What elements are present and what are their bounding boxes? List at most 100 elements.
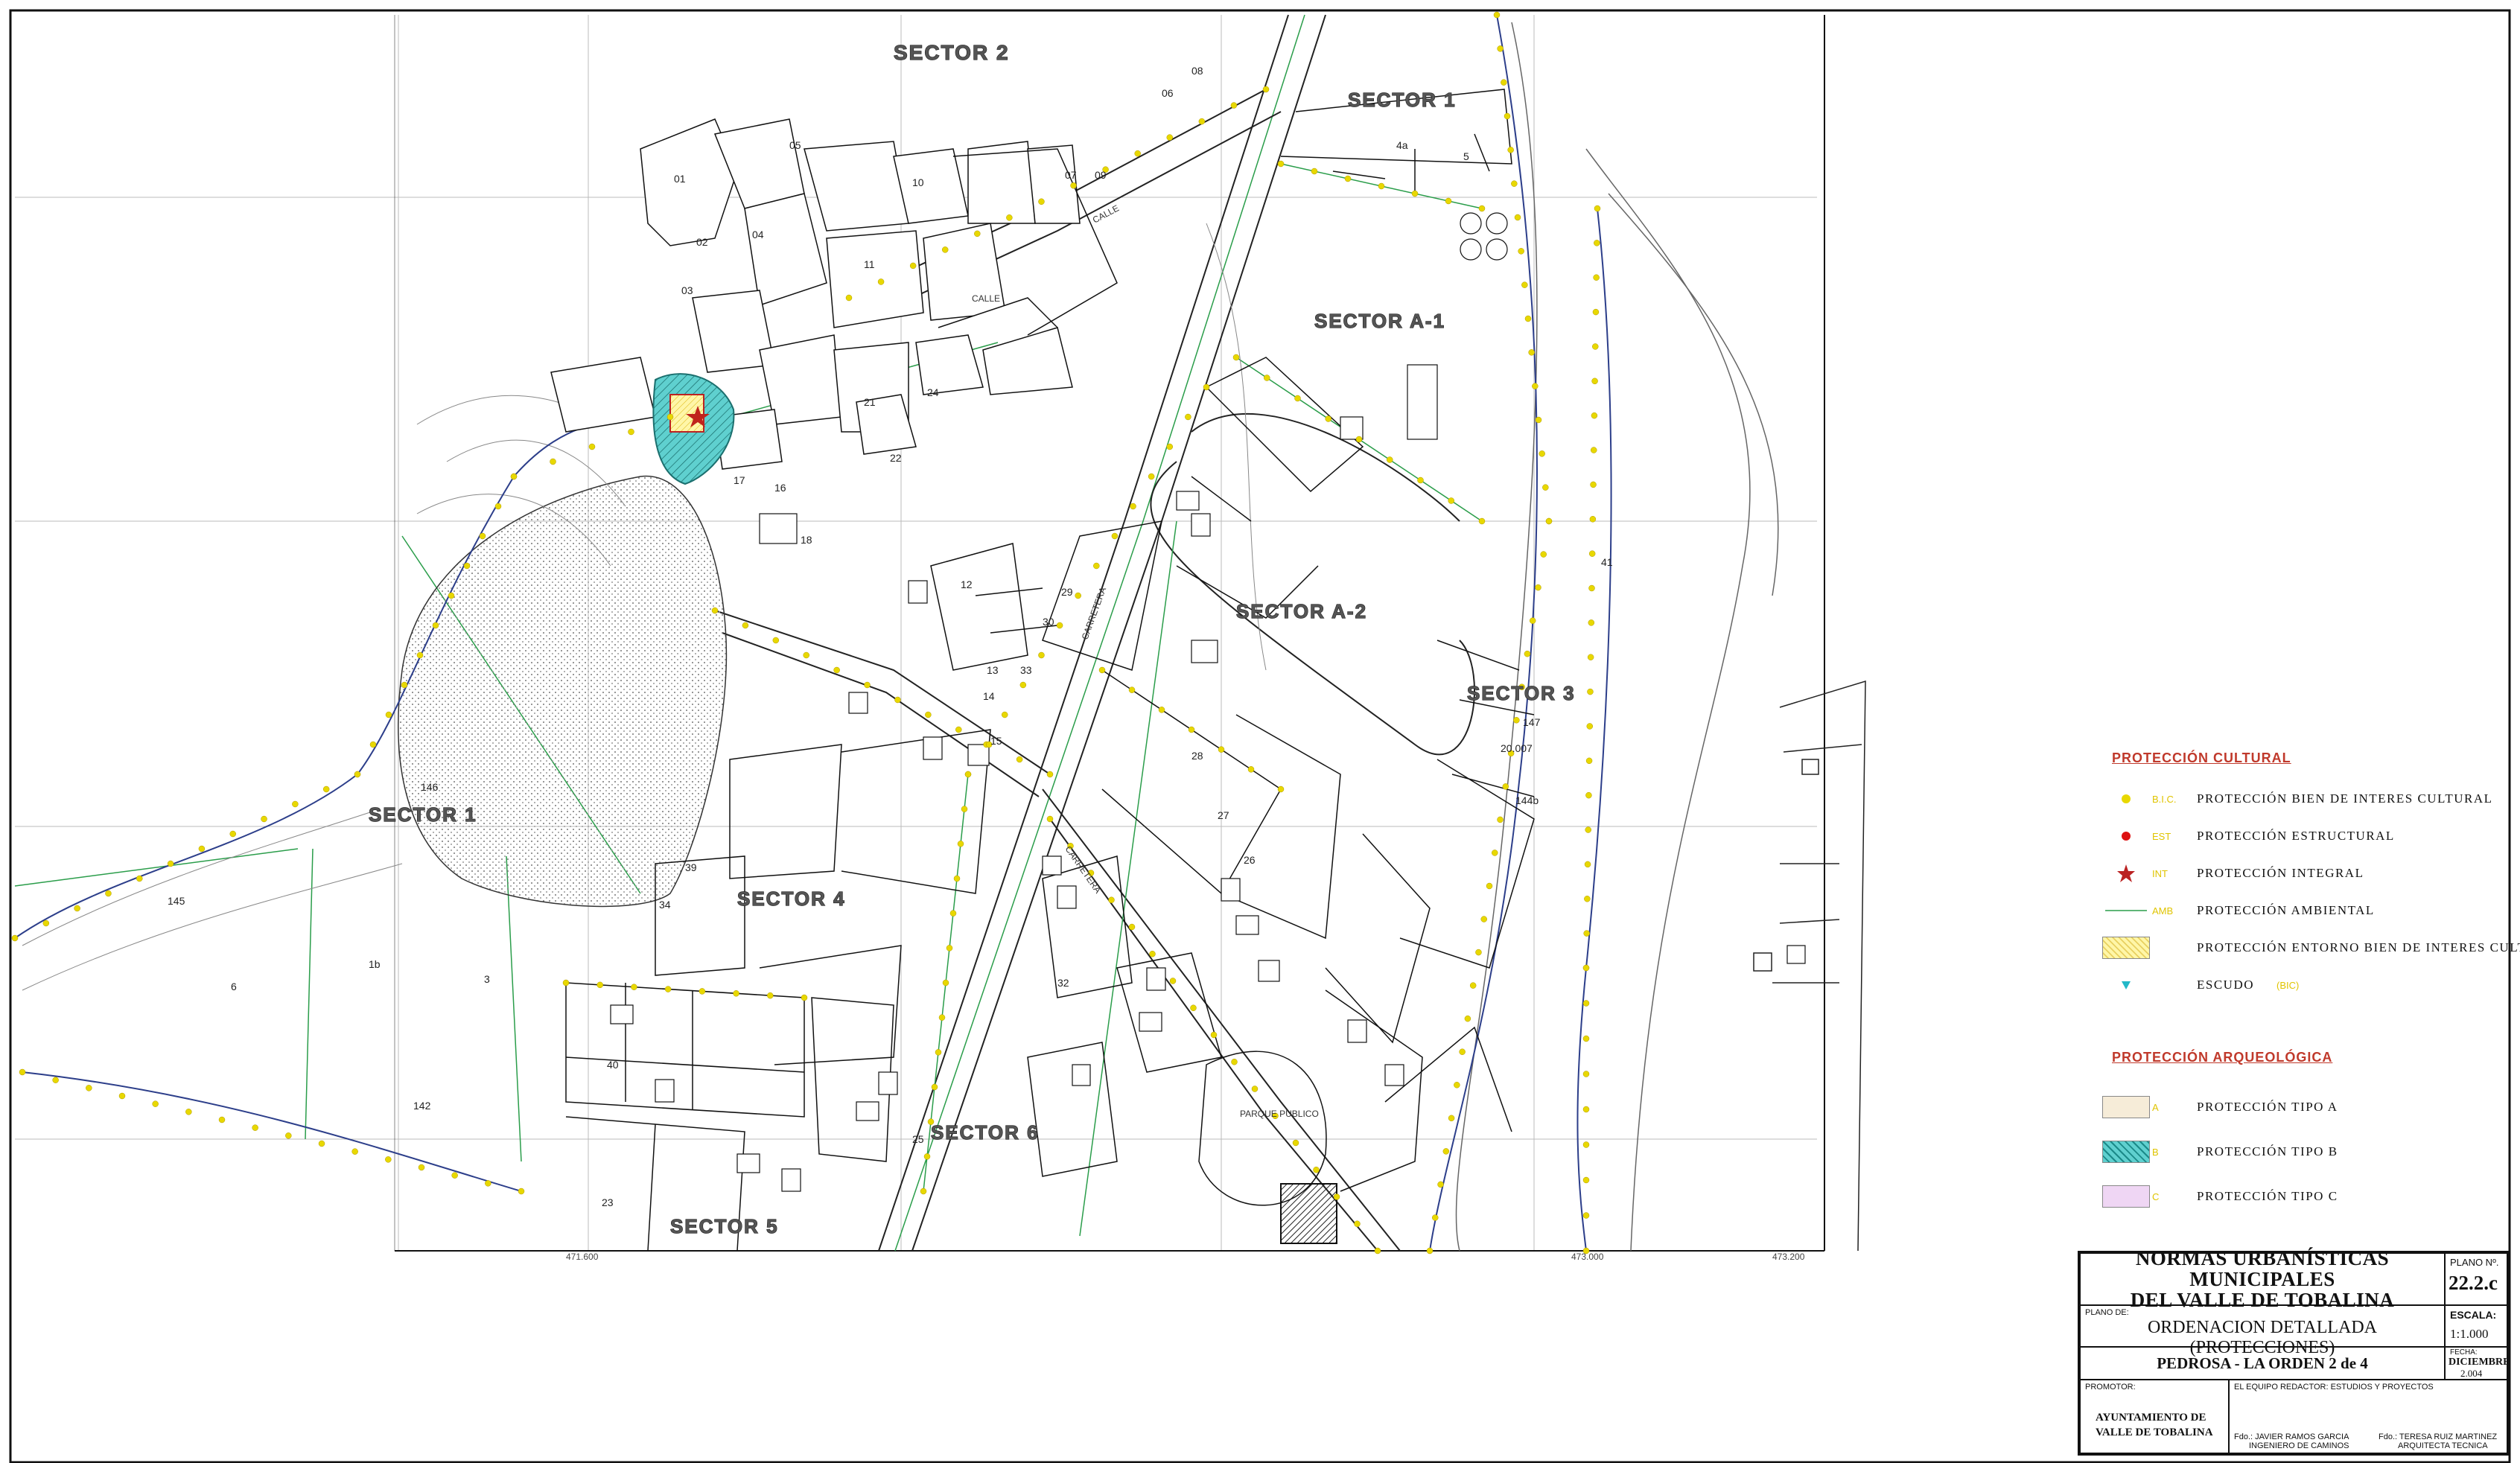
cultural-marker [733,990,739,997]
plot-number: 13 [987,664,999,676]
cultural-marker [941,246,949,253]
cultural-marker [451,1172,458,1179]
cultural-marker [1586,723,1594,730]
plot-number: 26 [1244,854,1256,866]
cultural-marker [1459,1048,1466,1055]
cultural-marker [1584,896,1591,902]
cultural-marker [1591,377,1598,385]
plot-number: 5 [1463,150,1469,162]
cultural-marker [1198,118,1206,125]
cultural-marker [1593,274,1600,281]
cultural-marker [1313,1167,1320,1173]
cultural-marker [1507,147,1514,153]
cultural-marker [1247,766,1255,773]
cultural-marker [1210,1031,1218,1039]
red-star-icon [2117,864,2135,882]
plot-number: 144b [1515,794,1539,806]
cultural-marker [1448,497,1454,504]
cultural-marker [1070,182,1077,189]
cultural-marker [318,1140,325,1147]
plot-number: 20.007 [1501,742,1533,754]
legend-row-arch-c: C PROTECCIÓN TIPO C [2100,1184,2338,1209]
plot-number: 1b [369,958,381,970]
cultural-marker [185,1109,192,1115]
cultural-marker [1587,654,1594,660]
plot-number: 21 [864,396,876,408]
plot-number: 4a [1396,139,1408,151]
cultural-marker [1354,1220,1361,1227]
cultural-marker [1445,197,1452,205]
cultural-marker [1524,315,1532,322]
cultural-marker [167,860,174,867]
cultural-marker [218,1116,226,1123]
plot-number: 142 [413,1100,431,1112]
cultural-marker [1497,45,1504,52]
sector-label: SECTOR 2 [894,41,1010,64]
cultural-marker [510,473,518,480]
sector-label: SECTOR 5 [670,1215,779,1237]
legend-row-arch-a: A PROTECCIÓN TIPO A [2100,1094,2338,1120]
cultural-marker [1590,481,1597,488]
cultural-marker [938,1014,946,1021]
cultural-marker [1588,550,1596,557]
cultural-marker [118,1092,126,1100]
cultural-marker [1545,517,1553,525]
cultural-marker [864,681,871,689]
cultural-marker [1437,1181,1444,1188]
cultural-marker [767,992,774,999]
plot-number: 14 [983,690,995,702]
cultural-marker [1277,160,1285,168]
cultural-marker [401,681,408,689]
cultural-marker [953,875,961,882]
cultural-marker [949,910,957,917]
plot-number: 04 [752,229,764,240]
cultural-marker [19,1068,26,1076]
cultural-marker [923,1153,931,1160]
cultural-marker [1591,412,1598,419]
plot-number: 34 [659,899,671,911]
cultural-marker [1426,1247,1434,1255]
cultural-marker [628,428,634,436]
street-label: CALLE [972,293,1000,304]
cultural-marker [1582,1071,1590,1077]
cultural-marker [1592,343,1599,350]
equipo-box: EL EQUIPO REDACTOR: ESTUDIOS Y PROYECTOS… [2229,1380,2507,1453]
plot-number: 147 [1523,716,1541,728]
legend-row-bic-surroundings: PROTECCIÓN ENTORNO BIEN DE INTERES CULTU… [2100,935,2520,960]
cultural-marker [1521,281,1528,288]
cultural-marker [1442,1148,1450,1155]
plano-number-box: PLANO Nº. 22.2.c [2445,1253,2507,1305]
cultural-marker [1475,949,1482,956]
cultural-marker [1486,882,1493,890]
cultural-marker [1166,443,1174,450]
cultural-marker [957,841,964,847]
street-label: PARQUE PUBLICO [1240,1109,1319,1119]
cultural-marker [1585,826,1591,833]
plot-number: 146 [421,781,439,793]
cultural-marker [1469,982,1477,989]
cultural-marker [1582,1141,1590,1148]
cultural-marker [1514,214,1521,221]
cultural-marker [925,711,932,718]
street-label: CALLE [1091,203,1121,225]
plot-number: 11 [864,258,875,270]
main-title: NORMAS URBANÍSTICAS MUNICIPALES DEL VALL… [2080,1248,2445,1310]
sector-label: SECTOR A-2 [1236,600,1367,622]
plot-number: 09 [1095,169,1107,181]
plot-number: 24 [927,386,939,398]
cultural-marker [1540,551,1547,558]
cultural-marker [1262,86,1270,93]
sheet-frame [9,9,2511,1463]
cyan-triangle-icon [2122,981,2131,989]
cultural-marker [285,1132,292,1139]
cultural-marker [1294,395,1301,402]
cultural-marker [1148,473,1155,480]
cultural-marker [1277,785,1285,793]
cultural-marker [955,726,962,733]
cultural-marker [1454,1082,1460,1089]
plot-number: 3 [484,973,490,985]
cultural-marker [1590,447,1597,453]
legend-row-structural: EST PROTECCIÓN ESTRUCTURAL [2100,823,2395,849]
plot-number: 12 [961,578,973,590]
cultural-marker [1001,711,1008,718]
